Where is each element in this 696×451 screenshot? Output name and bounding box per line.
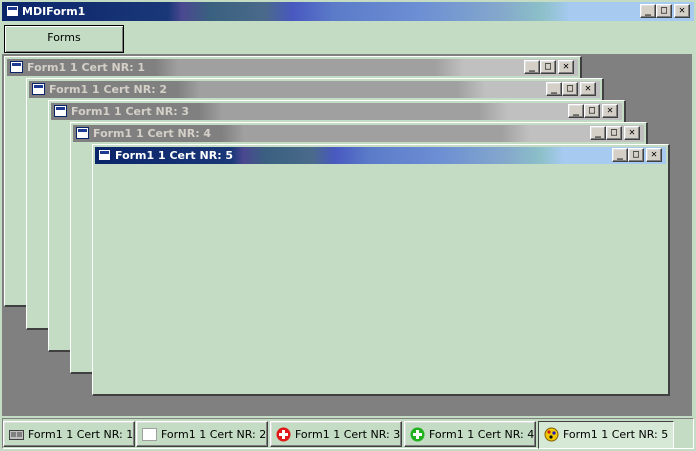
form-icon bbox=[32, 83, 45, 95]
child-title-bar-3[interactable]: Form1 1 Cert NR: 3 _ □ ✕ bbox=[51, 103, 622, 120]
child-close-button-1[interactable]: ✕ bbox=[558, 60, 574, 74]
main-maximize-button[interactable]: □ bbox=[656, 4, 672, 18]
forms-button[interactable]: Forms bbox=[4, 25, 124, 53]
red-plus-icon bbox=[276, 427, 291, 442]
child-title-bar-1[interactable]: Form1 1 Cert NR: 1 _ □ ✕ bbox=[7, 59, 578, 76]
child-window-title-1: Form1 1 Cert NR: 1 bbox=[27, 61, 146, 74]
task-button-4[interactable]: Form1 1 Cert NR: 4 bbox=[404, 421, 536, 447]
task-label-3: Form1 1 Cert NR: 3 bbox=[295, 428, 401, 441]
child-title-bar-5[interactable]: Form1 1 Cert NR: 5 _ □ ✕ bbox=[95, 147, 666, 164]
child-minimize-button-4[interactable]: _ bbox=[590, 126, 606, 140]
child-maximize-button-2[interactable]: □ bbox=[562, 82, 578, 96]
task-button-5[interactable]: Form1 1 Cert NR: 5 bbox=[538, 421, 674, 449]
task-button-2[interactable]: Form1 1 Cert NR: 2 bbox=[136, 421, 268, 447]
child-close-button-3[interactable]: ✕ bbox=[602, 104, 618, 118]
child-window-title-4: Form1 1 Cert NR: 4 bbox=[93, 127, 212, 140]
child-minimize-button-1[interactable]: _ bbox=[524, 60, 540, 74]
child-close-button-5[interactable]: ✕ bbox=[646, 148, 662, 162]
form-icon bbox=[76, 127, 89, 139]
blank-window-icon bbox=[142, 428, 157, 441]
main-window-title: MDIForm1 bbox=[22, 5, 86, 18]
main-minimize-button[interactable]: _ bbox=[640, 4, 656, 18]
app-window-icon[interactable] bbox=[6, 5, 19, 17]
form-icon bbox=[54, 105, 67, 117]
main-title-bar[interactable]: MDIForm1 _ □ ✕ bbox=[2, 2, 694, 21]
child-maximize-button-4[interactable]: □ bbox=[606, 126, 622, 140]
child-window-5[interactable]: Form1 1 Cert NR: 5 _ □ ✕ bbox=[92, 144, 670, 396]
task-label-2: Form1 1 Cert NR: 2 bbox=[161, 428, 267, 441]
child-window-title-3: Form1 1 Cert NR: 3 bbox=[71, 105, 190, 118]
child-minimize-button-3[interactable]: _ bbox=[568, 104, 584, 118]
child-minimize-button-2[interactable]: _ bbox=[546, 82, 562, 96]
green-plus-icon bbox=[410, 427, 425, 442]
child-window-title-2: Form1 1 Cert NR: 2 bbox=[49, 83, 168, 96]
child-minimize-button-5[interactable]: _ bbox=[612, 148, 628, 162]
child-title-bar-4[interactable]: Form1 1 Cert NR: 4 _ □ ✕ bbox=[73, 125, 644, 142]
child-close-button-2[interactable]: ✕ bbox=[580, 82, 596, 96]
task-label-4: Form1 1 Cert NR: 4 bbox=[429, 428, 535, 441]
task-label-1: Form1 1 Cert NR: 1 bbox=[28, 428, 134, 441]
certificate-seal-icon bbox=[544, 427, 559, 442]
child-maximize-button-5[interactable]: □ bbox=[628, 148, 644, 162]
child-maximize-button-1[interactable]: □ bbox=[540, 60, 556, 74]
child-maximize-button-3[interactable]: □ bbox=[584, 104, 600, 118]
child-window-title-5: Form1 1 Cert NR: 5 bbox=[115, 149, 234, 162]
child-title-bar-2[interactable]: Form1 1 Cert NR: 2 _ □ ✕ bbox=[29, 81, 600, 98]
task-label-5: Form1 1 Cert NR: 5 bbox=[563, 428, 669, 441]
task-button-1[interactable]: Form1 1 Cert NR: 1 bbox=[3, 421, 135, 447]
main-close-button[interactable]: ✕ bbox=[674, 4, 690, 18]
window-icon bbox=[9, 430, 24, 440]
form-icon bbox=[10, 61, 23, 73]
child-close-button-4[interactable]: ✕ bbox=[624, 126, 640, 140]
form-icon bbox=[98, 149, 111, 161]
task-button-3[interactable]: Form1 1 Cert NR: 3 bbox=[270, 421, 402, 447]
